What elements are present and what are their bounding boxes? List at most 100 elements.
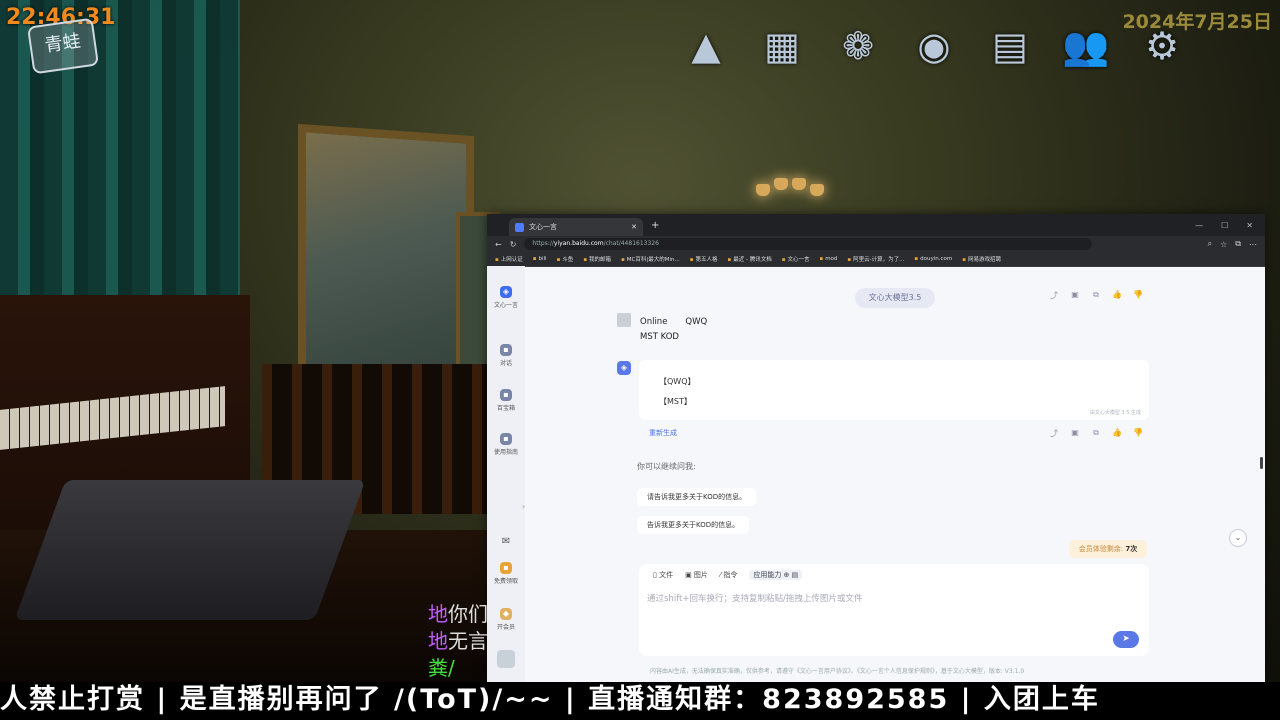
bookmark[interactable]: 网易游戏招聘 [962, 255, 1001, 263]
bot-avatar-icon: ◈ [617, 361, 631, 375]
url-input[interactable]: https://yiyan.baidu.com/chat/4481613326 [524, 238, 1093, 250]
scrollbar[interactable] [1260, 457, 1263, 469]
mail-icon[interactable]: ✉ [487, 536, 525, 547]
bot-line: 【QWQ】 [659, 377, 696, 386]
trial-badge[interactable]: 会员体验剩余: 7次 [1069, 540, 1147, 558]
brand-logo[interactable]: ◈ 文心一言 [487, 286, 525, 309]
app-ability-button[interactable]: 应用能力 ⊕ ▤ [749, 570, 803, 580]
bookmark[interactable]: 我的邮箱 [583, 255, 611, 263]
frame-icon[interactable]: ❁ [832, 20, 884, 72]
tab-wenxin[interactable]: 文心一言 ✕ [509, 218, 643, 236]
thumb-up-icon[interactable]: 👍 [1112, 428, 1122, 439]
sidebar-item-chat[interactable]: ▪ 对话 [487, 344, 525, 367]
piano-bench [14, 480, 366, 620]
share-icon[interactable]: ⤴ [1049, 290, 1059, 301]
map-icon[interactable]: ▦ [756, 20, 808, 72]
tab-bar: 文心一言 ✕ + — ☐ ✕ [487, 214, 1265, 236]
bookmark[interactable]: 第五人格 [690, 255, 717, 263]
bookmark[interactable]: mod [819, 256, 837, 262]
sidebar-item-label: 百宝箱 [496, 405, 515, 412]
file-tool-button[interactable]: ▯ 文件 [653, 570, 673, 580]
wenxin-logo-icon: ◈ [500, 286, 512, 298]
suggestion-chip[interactable]: 请告诉我更多关于KOD的信息。 [637, 488, 757, 506]
gift-icon: ▪ [500, 562, 512, 574]
bookmark[interactable]: 上网认证 [495, 255, 523, 263]
user-avatar[interactable] [487, 650, 525, 670]
thumb-down-icon[interactable]: 👎 [1133, 428, 1143, 439]
bot-message: 【QWQ】 【MST】 由文心大模型 3.5 生成 [639, 360, 1149, 420]
portrait-icon[interactable]: ◉ [908, 20, 960, 72]
wenxin-favicon-icon [515, 222, 524, 232]
bookmark[interactable]: 阿里云-计算，为了... [847, 255, 904, 263]
sidebar-item-label: 使用指南 [493, 449, 518, 456]
friends-icon[interactable]: 👥 [1060, 20, 1112, 72]
bookmarks-bar: 上网认证 bili 斗鱼 我的邮箱 MC百科|最大的Min... 第五人格 最近… [487, 252, 1265, 267]
sidebar-item-guide[interactable]: ▪ 使用指南 [487, 433, 525, 456]
composer-tools: ▯ 文件 ▣ 图片 ⁄ 指令 应用能力 ⊕ ▤ [653, 570, 803, 580]
stream-chat-overlay: 地你们 地无言 粪/ [428, 598, 488, 679]
model-label: 文心大模型3.5 [855, 288, 935, 308]
back-icon[interactable]: ← [495, 240, 502, 249]
image-tool-button[interactable]: ▣ 图片 [685, 570, 708, 580]
stream-logo: 青蛙 [26, 17, 100, 75]
game-top-menu: ▲ ▦ ❁ ◉ ▤ 👥 ⚙ [680, 20, 1188, 72]
thumb-up-icon[interactable]: 👍 [1112, 290, 1122, 301]
triangle-icon[interactable]: ▲ [680, 20, 732, 72]
extensions-icon[interactable]: ⧉ [1235, 239, 1241, 249]
bot-message-actions: ⤴ ▣ ⧉ 👍 👎 [1049, 428, 1143, 439]
zoom-icon[interactable]: ⌕ [1208, 239, 1212, 249]
menu-icon[interactable]: ⋯ [1249, 240, 1257, 249]
regenerate-button[interactable]: 重新生成 [649, 428, 677, 438]
new-tab-icon[interactable]: + [651, 220, 659, 231]
bookmark[interactable]: bili [533, 256, 546, 262]
bookmark[interactable]: 斗鱼 [557, 255, 573, 263]
copy-icon[interactable]: ⧉ [1091, 428, 1101, 439]
chat-area: › 文心大模型3.5 ⤴ ▣ ⧉ 👍 👎 Online QWQ MST KOD ◈ 【QW… [522, 266, 1265, 682]
image-icon[interactable]: ▣ [1070, 290, 1080, 301]
maximize-button[interactable]: ☐ [1221, 221, 1228, 230]
sidebar-toggle-icon[interactable]: › [522, 502, 525, 511]
suggestion-chip[interactable]: 告诉我更多关于KOD的信息。 [637, 516, 750, 534]
bookmark[interactable]: 文心一言 [782, 255, 809, 263]
tab-close-icon[interactable]: ✕ [631, 223, 637, 231]
send-button[interactable]: ➤ [1113, 631, 1139, 648]
browser-window: 文心一言 ✕ + — ☐ ✕ ← ↻ https://yiyan.baidu.c… [487, 214, 1265, 682]
sidebar-item-label: 对话 [499, 360, 512, 367]
tab-title: 文心一言 [529, 223, 557, 231]
user-message: Online QWQ MST KOD [640, 317, 708, 342]
brand-label: 文心一言 [493, 302, 518, 309]
share-icon[interactable]: ⤴ [1049, 428, 1059, 439]
reload-icon[interactable]: ↻ [510, 240, 517, 249]
guide-icon: ▪ [500, 433, 512, 445]
avatar-icon [497, 650, 515, 668]
bookmark[interactable]: 最近 - 腾讯文档 [728, 255, 771, 263]
sidebar-item-vip[interactable]: ◆ 开会员 [487, 608, 525, 631]
suggest-title: 你可以继续问我: [637, 462, 696, 471]
favorite-icon[interactable]: ☆ [1220, 240, 1227, 249]
window-controls: — ☐ ✕ [1195, 221, 1265, 230]
message-input[interactable]: 通过shift+回车换行；支持复制粘贴/拖拽上传图片或文件 [647, 592, 862, 604]
settings-gear-icon[interactable]: ⚙ [1136, 20, 1188, 72]
notice-board-icon[interactable]: ▤ [984, 20, 1036, 72]
command-tool-button[interactable]: ⁄ 指令 [720, 570, 737, 580]
disclaimer: 内容由AI生成，无法确保真实准确，仅供参考，请遵守《文心一言用户协议》、《文心一… [650, 668, 1025, 675]
composer: ▯ 文件 ▣ 图片 ⁄ 指令 应用能力 ⊕ ▤ 通过shift+回车换行；支持复… [639, 564, 1149, 656]
app-sidebar: ◈ 文心一言 ▪ 对话 ▪ 百宝箱 ▪ 使用指南 ✉ ▪ 免费领取 ◆ 开会员 [487, 266, 525, 682]
sidebar-item-toolbox[interactable]: ▪ 百宝箱 [487, 389, 525, 412]
bookmark[interactable]: douyin.com [914, 256, 952, 262]
close-button[interactable]: ✕ [1246, 221, 1253, 230]
scroll-down-icon[interactable]: ⌄ [1229, 529, 1247, 547]
bookmark[interactable]: MC百科|最大的Min... [621, 255, 680, 263]
minimize-button[interactable]: — [1195, 221, 1203, 230]
user-avatar-small [617, 313, 631, 327]
sidebar-item-free[interactable]: ▪ 免费领取 [487, 562, 525, 585]
toolbox-icon: ▪ [500, 389, 512, 401]
sidebar-item-label: 开会员 [496, 624, 515, 631]
copy-icon[interactable]: ⧉ [1091, 290, 1101, 301]
chat-line: 地你们 [428, 602, 488, 625]
thumb-down-icon[interactable]: 👎 [1133, 290, 1143, 301]
top-message-actions: ⤴ ▣ ⧉ 👍 👎 [1049, 290, 1143, 301]
bot-footnote: 由文心大模型 3.5 生成 [1089, 410, 1141, 416]
sidebar-item-label: 免费领取 [493, 578, 518, 585]
image-icon[interactable]: ▣ [1070, 428, 1080, 439]
